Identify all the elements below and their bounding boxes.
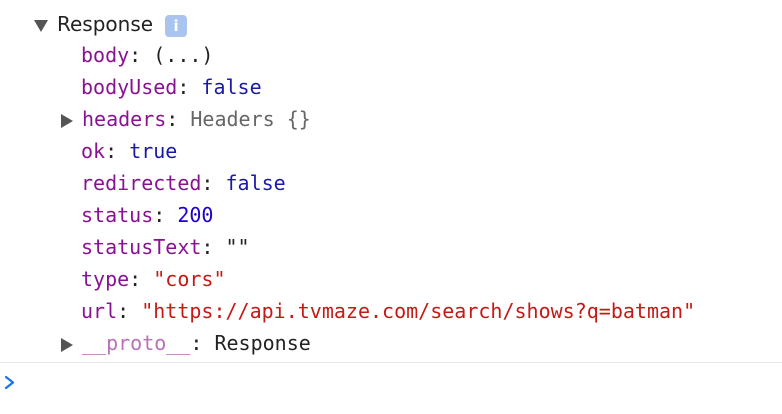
property-body[interactable]: body: (...): [81, 40, 213, 70]
property-redirected: redirected: false: [81, 168, 286, 198]
property-key: redirected: [81, 171, 202, 195]
property-statusText: statusText: "": [81, 232, 250, 262]
console-prompt-input[interactable]: [2, 367, 20, 397]
property-separator: :: [105, 139, 130, 163]
url-link[interactable]: "https://api.tvmaze.com/search/shows?q=b…: [141, 299, 695, 323]
property-type: type: "cors": [81, 264, 226, 294]
property-separator: :: [166, 107, 191, 131]
property-separator: :: [129, 43, 154, 67]
expand-triangle-down-icon[interactable]: [34, 19, 48, 32]
property-separator: :: [190, 331, 215, 355]
property-value: Response: [214, 331, 311, 355]
expand-triangle-right-icon[interactable]: [61, 113, 73, 128]
property-key: type: [81, 267, 130, 291]
property-value: false: [225, 171, 286, 195]
property-separator: :: [129, 267, 154, 291]
property-url[interactable]: url: "https://api.tvmaze.com/search/show…: [81, 296, 695, 326]
property-key: __proto__: [82, 331, 191, 355]
property-key: status: [81, 203, 154, 227]
console-divider: [0, 362, 782, 363]
property-separator: :: [201, 235, 226, 259]
property-key: body: [81, 43, 130, 67]
property-headers[interactable]: headers: Headers {}: [61, 104, 311, 134]
info-icon[interactable]: i: [165, 14, 188, 37]
devtools-console: Response i body: (...) bodyUsed: false he…: [0, 0, 782, 414]
property-separator: :: [177, 75, 202, 99]
property-key: bodyUsed: [81, 75, 178, 99]
chevron-right-icon: [4, 375, 15, 390]
property-value: true: [129, 139, 178, 163]
property-value: 200: [177, 203, 214, 227]
object-label: Response: [57, 12, 154, 36]
property-value: Headers {}: [190, 107, 311, 131]
property-separator: :: [201, 171, 226, 195]
property-status: status: 200: [81, 200, 213, 230]
property-separator: :: [117, 299, 142, 323]
property-key: url: [81, 299, 118, 323]
expand-triangle-right-icon[interactable]: [61, 337, 73, 352]
property-proto[interactable]: __proto__: Response: [61, 328, 311, 358]
property-value: false: [201, 75, 262, 99]
response-object-header[interactable]: Response i: [34, 9, 188, 39]
property-ok: ok: true: [81, 136, 177, 166]
property-value: "cors": [153, 267, 226, 291]
property-separator: :: [153, 203, 178, 227]
property-key: ok: [81, 139, 106, 163]
property-value: "": [225, 235, 250, 259]
property-key: headers: [82, 107, 167, 131]
property-key: statusText: [81, 235, 202, 259]
property-value[interactable]: (...): [153, 43, 213, 67]
property-bodyUsed: bodyUsed: false: [81, 72, 262, 102]
